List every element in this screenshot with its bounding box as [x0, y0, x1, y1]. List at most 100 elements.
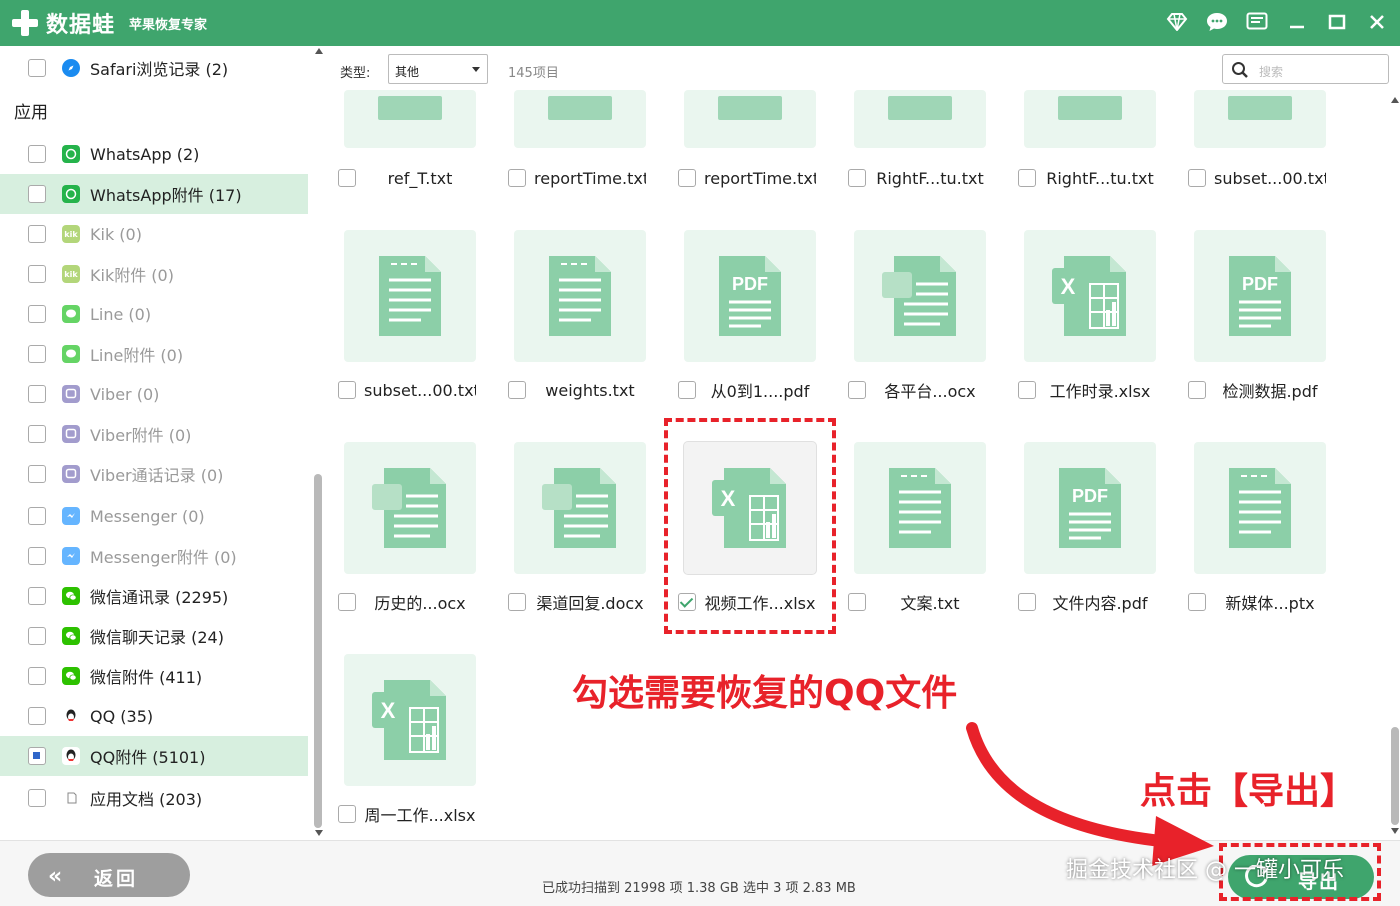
grid-scroll-up-icon[interactable] — [1391, 97, 1399, 103]
checkbox[interactable] — [28, 465, 46, 483]
type-filter-select[interactable]: 其他 — [388, 54, 488, 84]
checkbox[interactable] — [28, 747, 46, 765]
file-thumbnail-text-icon[interactable] — [514, 230, 646, 362]
sidebar-item-safari-history[interactable]: Safari浏览记录 (2) — [0, 48, 308, 88]
feedback-icon[interactable] — [1244, 8, 1270, 36]
sidebar-item[interactable]: 微信附件 (411) — [0, 656, 308, 696]
sidebar-item[interactable]: 微信聊天记录 (24) — [0, 616, 308, 656]
checkbox[interactable] — [28, 305, 46, 323]
file-item[interactable]: weights.txt — [508, 378, 646, 402]
diamond-icon[interactable] — [1164, 8, 1190, 36]
sidebar-item[interactable]: kik Kik附件 (0) — [0, 254, 308, 294]
file-checkbox[interactable] — [1018, 593, 1036, 611]
file-checkbox[interactable] — [848, 169, 866, 187]
file-checkbox[interactable] — [678, 169, 696, 187]
file-thumbnail-pdf-icon[interactable]: PDF — [684, 230, 816, 362]
file-checkbox[interactable] — [1188, 593, 1206, 611]
sidebar-item[interactable]: Viber附件 (0) — [0, 414, 308, 454]
file-checkbox[interactable] — [508, 593, 526, 611]
checkbox[interactable] — [28, 145, 46, 163]
sidebar-scroll-up-icon[interactable] — [315, 48, 323, 54]
sidebar-item[interactable]: Line附件 (0) — [0, 334, 308, 374]
file-item[interactable]: reportTime.txt — [508, 166, 646, 190]
close-icon[interactable] — [1364, 8, 1390, 36]
file-thumbnail-xls-icon[interactable]: X — [344, 654, 476, 786]
sidebar-item[interactable]: WhatsApp附件 (17) — [0, 174, 308, 214]
file-item[interactable]: 渠道回复.docx — [508, 590, 646, 614]
chat-icon[interactable] — [1204, 8, 1230, 36]
file-checkbox[interactable] — [848, 381, 866, 399]
search-input[interactable]: 搜索 — [1222, 54, 1389, 84]
grid-scrollbar-thumb[interactable] — [1391, 727, 1399, 825]
file-checkbox[interactable] — [1188, 169, 1206, 187]
file-thumbnail-text-icon[interactable] — [1024, 90, 1156, 148]
checkbox[interactable] — [28, 507, 46, 525]
sidebar-item[interactable]: Line (0) — [0, 294, 308, 334]
file-thumbnail-pdf-icon[interactable]: PDF — [1194, 230, 1326, 362]
checkbox[interactable] — [28, 667, 46, 685]
file-thumbnail-doc-icon[interactable] — [344, 442, 476, 574]
back-button[interactable]: « 返回 — [28, 853, 190, 897]
file-checkbox[interactable] — [1018, 381, 1036, 399]
file-item[interactable]: ref_T.txt — [338, 166, 476, 190]
checkbox[interactable] — [28, 789, 46, 807]
file-item[interactable]: 历史的...ocx — [338, 590, 476, 614]
file-item[interactable]: 检测数据.pdf — [1188, 378, 1326, 402]
checkbox[interactable] — [28, 385, 46, 403]
grid-scroll-down-icon[interactable] — [1391, 828, 1399, 834]
file-item[interactable]: 工作时录.xlsx — [1018, 378, 1156, 402]
sidebar-item[interactable]: WhatsApp (2) — [0, 134, 308, 174]
file-checkbox[interactable] — [508, 381, 526, 399]
sidebar-item[interactable]: 应用文档 (203) — [0, 778, 308, 818]
sidebar-item[interactable]: QQ (35) — [0, 696, 308, 736]
file-item[interactable]: subset...00.txt — [1188, 166, 1326, 190]
file-thumbnail-text-icon[interactable] — [1194, 442, 1326, 574]
file-checkbox[interactable] — [1188, 381, 1206, 399]
sidebar-item[interactable]: Messenger附件 (0) — [0, 536, 308, 576]
checkbox[interactable] — [28, 627, 46, 645]
minimize-icon[interactable] — [1284, 8, 1310, 36]
file-thumbnail-text-icon[interactable] — [344, 90, 476, 148]
sidebar-item[interactable]: 微信通讯录 (2295) — [0, 576, 308, 616]
file-item[interactable]: 各平台...ocx — [848, 378, 986, 402]
checkbox[interactable] — [28, 547, 46, 565]
file-item[interactable]: 文案.txt — [848, 590, 986, 614]
checkbox[interactable] — [28, 707, 46, 725]
file-thumbnail-text-icon[interactable] — [514, 90, 646, 148]
sidebar-scrollbar-thumb[interactable] — [314, 474, 322, 828]
maximize-icon[interactable] — [1324, 8, 1350, 36]
checkbox[interactable] — [28, 225, 46, 243]
checkbox[interactable] — [28, 59, 46, 77]
sidebar-item[interactable]: Messenger (0) — [0, 496, 308, 536]
file-thumbnail-pdf-icon[interactable]: PDF — [1024, 442, 1156, 574]
file-checkbox[interactable] — [508, 169, 526, 187]
file-checkbox[interactable] — [338, 805, 356, 823]
file-item[interactable]: 周一工作...xlsx — [338, 802, 476, 826]
file-checkbox[interactable] — [338, 169, 356, 187]
file-thumbnail-text-icon[interactable] — [684, 90, 816, 148]
sidebar-scroll-down-icon[interactable] — [315, 830, 323, 836]
file-checkbox[interactable] — [678, 381, 696, 399]
file-checkbox[interactable] — [338, 381, 356, 399]
checkbox[interactable] — [28, 265, 46, 283]
file-checkbox[interactable] — [848, 593, 866, 611]
file-thumbnail-text-icon[interactable] — [344, 230, 476, 362]
sidebar-item[interactable]: kik Kik (0) — [0, 214, 308, 254]
file-item[interactable]: 新媒体...ptx — [1188, 590, 1326, 614]
file-item[interactable]: RightF...tu.txt — [848, 166, 986, 190]
file-thumbnail-text-icon[interactable] — [854, 90, 986, 148]
file-item[interactable]: 文件内容.pdf — [1018, 590, 1156, 614]
file-thumbnail-xls-icon[interactable]: X — [1024, 230, 1156, 362]
file-item[interactable]: 从0到1....pdf — [678, 378, 816, 402]
checkbox[interactable] — [28, 185, 46, 203]
file-item[interactable]: RightF...tu.txt — [1018, 166, 1156, 190]
file-checkbox[interactable] — [338, 593, 356, 611]
checkbox[interactable] — [28, 425, 46, 443]
file-thumbnail-doc-icon[interactable] — [514, 442, 646, 574]
file-thumbnail-text-icon[interactable] — [854, 442, 986, 574]
file-item[interactable]: reportTime.txt — [678, 166, 816, 190]
checkbox[interactable] — [28, 345, 46, 363]
sidebar-item[interactable]: Viber (0) — [0, 374, 308, 414]
file-checkbox[interactable] — [1018, 169, 1036, 187]
sidebar-item[interactable]: Viber通话记录 (0) — [0, 454, 308, 494]
